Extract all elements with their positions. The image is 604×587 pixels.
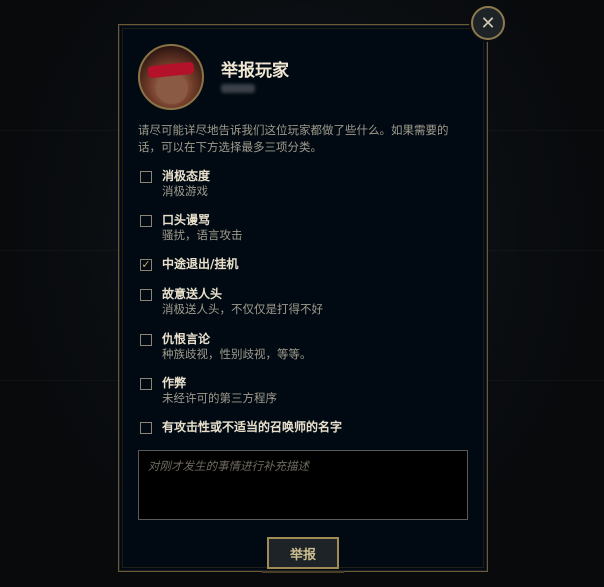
option-cheating[interactable]: 作弊 未经许可的第三方程序 — [138, 374, 468, 410]
option-label: 消极态度 — [162, 169, 211, 183]
option-description: 骚扰，语言攻击 — [162, 228, 243, 242]
submit-button-frame: 举报 — [262, 533, 344, 573]
option-description: 消极游戏 — [162, 184, 208, 198]
option-description: 消极送人头，不仅仅是打得不好 — [162, 302, 323, 316]
option-hate-speech[interactable]: 仇恨言论 种族歧视，性别歧视，等等。 — [138, 330, 468, 366]
checkbox[interactable] — [140, 334, 152, 346]
checkmark-icon: ✓ — [141, 258, 151, 271]
option-label: 口头谩骂 — [162, 213, 211, 227]
close-icon: ✕ — [480, 12, 496, 34]
option-description: 种族歧视，性别歧视，等等。 — [162, 347, 312, 361]
option-negative-attitude[interactable]: 消极态度 消极游戏 — [138, 167, 468, 203]
option-label: 作弊 — [162, 376, 187, 390]
option-description: 未经许可的第三方程序 — [162, 391, 277, 405]
option-intentional-feeding[interactable]: 故意送人头 消极送人头，不仅仅是打得不好 — [138, 285, 468, 321]
option-label: 中途退出/挂机 — [162, 257, 239, 271]
checkbox[interactable] — [140, 215, 152, 227]
player-name-redacted — [221, 84, 255, 93]
option-verbal-abuse[interactable]: 口头谩骂 骚扰，语言攻击 — [138, 211, 468, 247]
avatar-blindfold — [147, 61, 195, 79]
checkbox[interactable] — [140, 171, 152, 183]
dialog-description: 请尽可能详尽地告诉我们这位玩家都做了些什么。如果需要的话，可以在下方选择最多三项… — [138, 123, 449, 154]
option-label: 有攻击性或不适当的召唤师的名字 — [162, 420, 343, 434]
checkbox[interactable] — [140, 378, 152, 390]
comment-textarea[interactable] — [138, 450, 468, 520]
avatar-face — [156, 74, 188, 104]
checkbox[interactable] — [140, 422, 152, 434]
option-label: 故意送人头 — [162, 287, 223, 301]
checkbox-checked[interactable]: ✓ — [140, 259, 152, 271]
close-button[interactable]: ✕ — [471, 6, 505, 40]
option-offensive-name[interactable]: 有攻击性或不适当的召唤师的名字 — [138, 418, 468, 454]
checkbox[interactable] — [140, 289, 152, 301]
report-submit-button[interactable]: 举报 — [267, 537, 339, 569]
option-label: 仇恨言论 — [162, 332, 211, 346]
dialog-title: 举报玩家 — [221, 61, 289, 81]
player-avatar — [138, 44, 204, 110]
